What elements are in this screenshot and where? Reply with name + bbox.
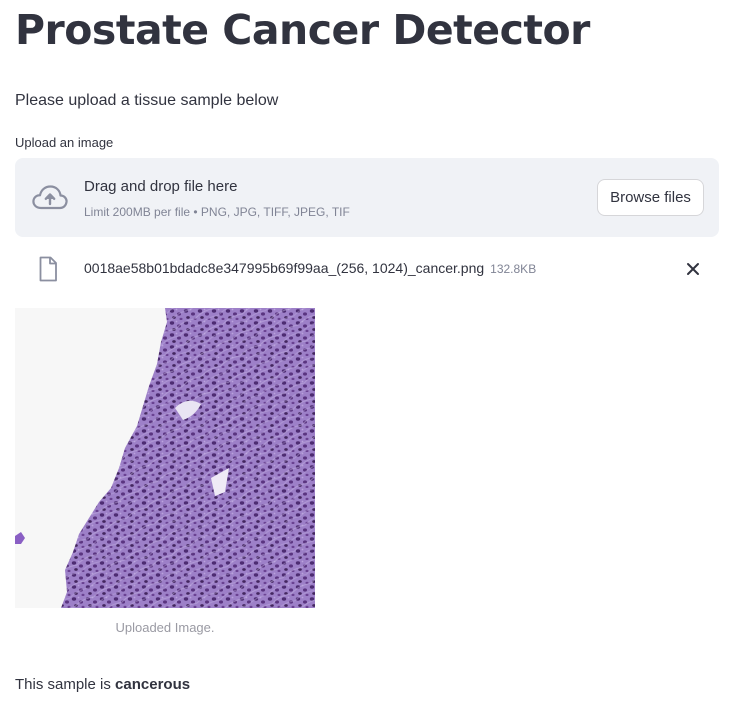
file-size: 132.8KB bbox=[490, 262, 537, 276]
page-title: Prostate Cancer Detector bbox=[15, 6, 590, 54]
dropzone-limit-text: Limit 200MB per file • PNG, JPG, TIFF, J… bbox=[84, 205, 350, 219]
dropzone-instructions: Drag and drop file here bbox=[84, 178, 238, 195]
file-dropzone[interactable]: Drag and drop file here Limit 200MB per … bbox=[15, 158, 719, 237]
tissue-image-graphic bbox=[15, 308, 315, 608]
app-page: Prostate Cancer Detector Please upload a… bbox=[0, 0, 745, 705]
uploaded-file-name: 0018ae58b01bdadc8e347995b69f99aa_(256, 1… bbox=[84, 260, 536, 276]
prediction-result: This sample is cancerous bbox=[15, 676, 190, 693]
uploaded-tissue-image bbox=[15, 308, 315, 608]
file-icon bbox=[39, 256, 57, 282]
intro-text: Please upload a tissue sample below bbox=[15, 92, 279, 109]
uploader-label: Upload an image bbox=[15, 135, 114, 150]
uploaded-file-row: 0018ae58b01bdadc8e347995b69f99aa_(256, 1… bbox=[15, 252, 719, 286]
browse-files-button[interactable]: Browse files bbox=[597, 179, 704, 216]
cloud-upload-icon bbox=[32, 185, 68, 210]
result-verdict: cancerous bbox=[115, 676, 191, 693]
file-name-text: 0018ae58b01bdadc8e347995b69f99aa_(256, 1… bbox=[84, 260, 485, 276]
image-caption: Uploaded Image. bbox=[115, 620, 215, 635]
close-icon[interactable] bbox=[685, 261, 701, 277]
result-prefix: This sample is bbox=[15, 676, 116, 693]
